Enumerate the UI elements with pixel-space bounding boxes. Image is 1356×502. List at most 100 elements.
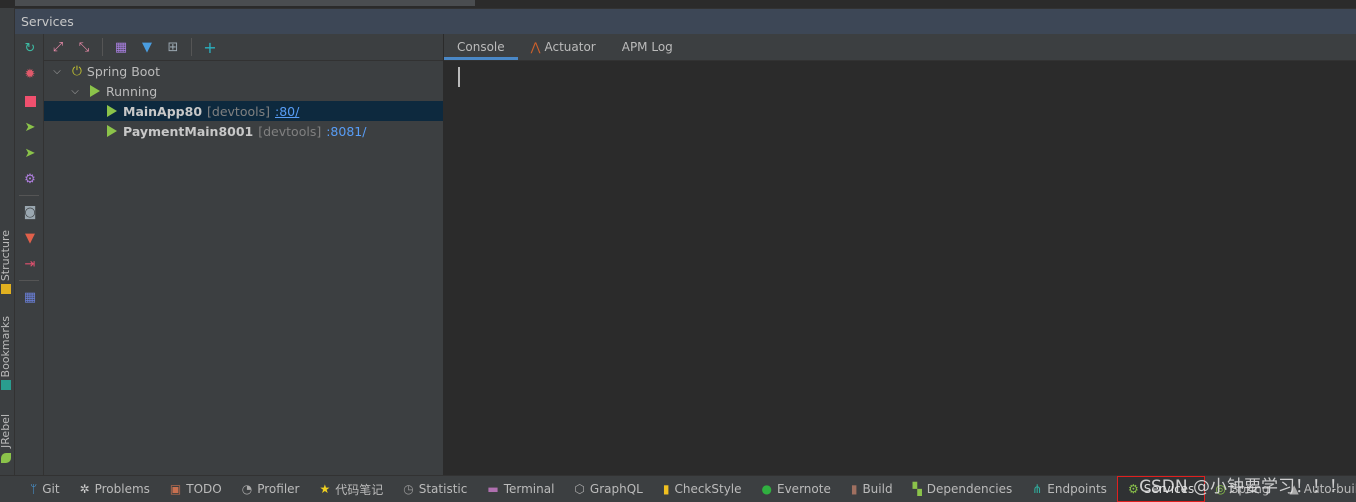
run-icon xyxy=(107,105,117,117)
label: Statistic xyxy=(418,482,468,496)
power-icon: ⏻ xyxy=(72,63,82,78)
bottom-terminal[interactable]: ▬ Terminal xyxy=(477,476,564,502)
chevron-down-icon[interactable]: ⌵ xyxy=(50,66,64,77)
bottom-problems[interactable]: ✲ Problems xyxy=(70,476,160,502)
tree-node-running[interactable]: ⌵ Running xyxy=(44,81,443,101)
build-icon: ▮ xyxy=(850,482,858,496)
stripe-jrebel[interactable]: JRebel xyxy=(0,414,12,448)
bottom-dependencies[interactable]: ▚ Dependencies xyxy=(903,476,1023,502)
statistic-icon: ◷ xyxy=(403,482,414,496)
app-name: MainApp80 xyxy=(123,103,203,119)
checkstyle-icon: ▮ xyxy=(662,482,670,496)
console-output[interactable] xyxy=(444,62,1356,475)
bottom-profiler[interactable]: ◔ Profiler xyxy=(232,476,310,502)
console-tabs: Console ⋀ Actuator APM Log xyxy=(444,34,1356,61)
stop-icon[interactable] xyxy=(22,93,38,109)
dependencies-icon: ▚ xyxy=(912,482,922,496)
run-icon xyxy=(107,125,117,137)
services-tree-panel: ⤢ ⤡ ▦ ▼ ⊞ + ⌵ ⏻ Spring Boot ⌵ Running Ma… xyxy=(44,34,444,475)
bottom-todo[interactable]: ▣ TODO xyxy=(160,476,232,502)
terminal-icon: ▬ xyxy=(487,482,499,496)
bottom-code-notes[interactable]: ★ 代码笔记 xyxy=(309,476,393,502)
node-label: Running xyxy=(106,83,158,99)
run-icon xyxy=(90,85,100,97)
profiler-icon: ◔ xyxy=(241,482,253,496)
jrebel-icon xyxy=(1,453,11,463)
bottom-checkstyle[interactable]: ▮ CheckStyle xyxy=(653,476,752,502)
label: Build xyxy=(862,482,893,496)
top-strip xyxy=(0,0,1356,8)
app-port-link[interactable]: :8081/ xyxy=(326,124,366,139)
label: Dependencies xyxy=(926,482,1013,496)
tab-console[interactable]: Console xyxy=(444,34,518,60)
tree-node-app[interactable]: PaymentMain8001 [devtools] :8081/ xyxy=(44,121,443,141)
graphql-icon: ⬡ xyxy=(574,482,585,496)
tab-actuator[interactable]: ⋀ Actuator xyxy=(518,34,609,60)
bottom-statistic[interactable]: ◷ Statistic xyxy=(393,476,477,502)
bottom-build[interactable]: ▮ Build xyxy=(841,476,903,502)
app-tag: [devtools] xyxy=(258,123,322,139)
debug-jrebel-icon[interactable]: ➤ xyxy=(22,145,38,161)
chevron-down-icon[interactable]: ⌵ xyxy=(68,86,82,97)
tab-label: Actuator xyxy=(544,40,596,54)
label: Problems xyxy=(94,482,150,496)
layout-icon[interactable]: ▦ xyxy=(22,289,38,305)
stripe-structure[interactable]: Structure xyxy=(0,230,12,281)
bottom-endpoints[interactable]: ⋔ Endpoints xyxy=(1022,476,1117,502)
git-icon: ᛘ xyxy=(30,482,38,496)
collapse-all-icon[interactable]: ⤡ xyxy=(76,39,92,55)
app-port-link[interactable]: :80/ xyxy=(275,104,299,119)
watermark: CSDN @小钟要学习！！！ xyxy=(1139,477,1346,497)
actuator-icon: ⋀ xyxy=(530,40,541,54)
exit-icon[interactable]: ⇥ xyxy=(22,256,38,272)
label: Endpoints xyxy=(1047,482,1107,496)
tab-label: APM Log xyxy=(621,40,673,54)
tab-label: Console xyxy=(457,40,505,54)
services-actions: ↻ ✹ ➤ ➤ ⚙ ◙ ▼ ⇥ ▦ xyxy=(15,34,44,475)
problems-icon: ✲ xyxy=(79,482,90,496)
label: Evernote xyxy=(777,482,831,496)
app-tag: [devtools] xyxy=(207,103,270,119)
rerun-icon[interactable]: ↻ xyxy=(22,40,38,56)
endpoints-icon: ⋔ xyxy=(1032,482,1043,496)
tree-node-app[interactable]: MainApp80 [devtools] :80/ xyxy=(44,101,443,121)
camera-icon[interactable]: ◙ xyxy=(22,204,38,220)
window-title: Services xyxy=(21,14,74,29)
run-jrebel-icon[interactable]: ➤ xyxy=(22,119,38,135)
star-icon: ★ xyxy=(319,482,331,496)
label: CheckStyle xyxy=(674,482,742,496)
tab-apm-log[interactable]: APM Log xyxy=(609,34,686,60)
new-tab-icon[interactable]: ⊞ xyxy=(165,39,181,55)
label: Terminal xyxy=(503,482,555,496)
console-panel: Console ⋀ Actuator APM Log xyxy=(444,34,1356,475)
bottom-graphql[interactable]: ⬡ GraphQL xyxy=(564,476,652,502)
label: Profiler xyxy=(257,482,300,496)
label: Git xyxy=(42,482,60,496)
bookmarks-icon xyxy=(1,380,11,390)
settings-icon[interactable]: ⚙ xyxy=(22,171,38,187)
divider xyxy=(19,280,39,281)
plug-icon[interactable]: ▼ xyxy=(22,230,38,246)
node-label: Spring Boot xyxy=(86,63,160,79)
tool-window-header: Services xyxy=(15,8,1356,34)
bottom-evernote[interactable]: ● Evernote xyxy=(752,476,841,502)
label: GraphQL xyxy=(589,482,643,496)
structure-icon xyxy=(1,284,11,294)
app-name: PaymentMain8001 xyxy=(123,123,254,139)
debug-icon[interactable]: ✹ xyxy=(22,66,38,82)
label: TODO xyxy=(186,482,222,496)
divider xyxy=(19,195,39,196)
services-icon: ⚙ xyxy=(1127,482,1139,496)
group-by-icon[interactable]: ▦ xyxy=(113,39,129,55)
add-service-icon[interactable]: + xyxy=(202,38,218,57)
filter-icon[interactable]: ▼ xyxy=(139,39,155,55)
tree-toolbar: ⤢ ⤡ ▦ ▼ ⊞ + xyxy=(44,34,443,61)
label: 代码笔记 xyxy=(335,482,384,497)
bottom-git[interactable]: ᛘ Git xyxy=(20,476,70,502)
expand-all-icon[interactable]: ⤢ xyxy=(50,39,66,55)
tree-node-spring-boot[interactable]: ⌵ ⏻ Spring Boot xyxy=(44,61,443,81)
left-tool-stripe: Structure Bookmarks JRebel xyxy=(0,8,15,475)
todo-icon: ▣ xyxy=(169,482,182,496)
evernote-icon: ● xyxy=(761,482,772,496)
stripe-bookmarks[interactable]: Bookmarks xyxy=(0,316,12,377)
